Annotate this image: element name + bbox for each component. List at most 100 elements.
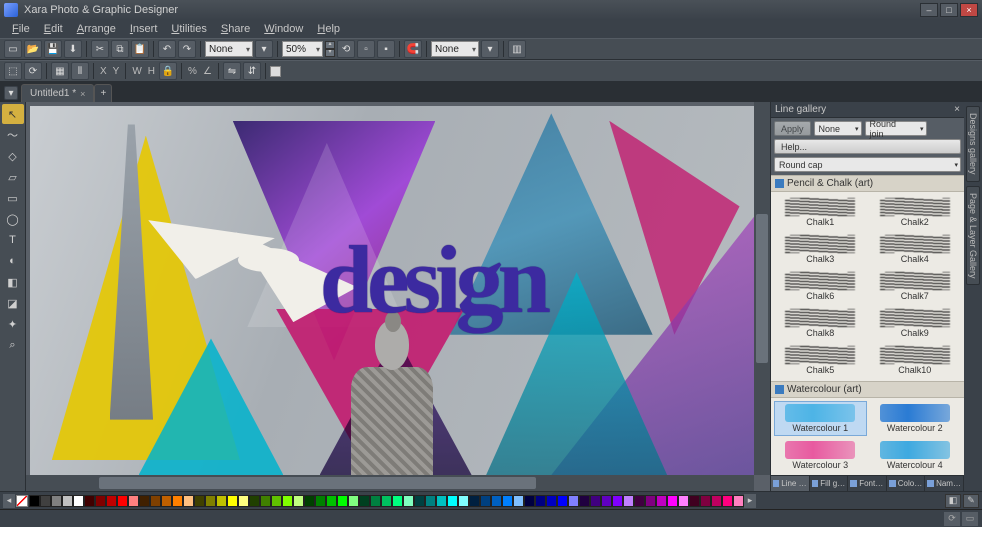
color-swatch[interactable] bbox=[535, 495, 546, 507]
brush-watercolour-3[interactable]: Watercolour 3 bbox=[774, 438, 867, 473]
color-picker-button[interactable]: ✎ bbox=[963, 494, 979, 508]
zoom-down-button[interactable]: ▾ bbox=[325, 49, 335, 57]
color-swatch[interactable] bbox=[359, 495, 370, 507]
doc-menu-button[interactable]: ▾ bbox=[4, 86, 18, 100]
brush-list[interactable]: Pencil & Chalk (art) Chalk1Chalk2Chalk3C… bbox=[771, 175, 964, 475]
swatch-scroll-right[interactable]: ▸ bbox=[744, 494, 756, 508]
window-minimize-button[interactable]: – bbox=[920, 3, 938, 17]
profile-combo[interactable]: Round cap bbox=[774, 157, 961, 172]
color-swatch[interactable] bbox=[590, 495, 601, 507]
panel-tab-1[interactable]: Fill g… bbox=[810, 476, 849, 491]
color-swatch[interactable] bbox=[62, 495, 73, 507]
panel-tab-3[interactable]: Colo… bbox=[887, 476, 926, 491]
color-swatch[interactable] bbox=[337, 495, 348, 507]
flip-h-button[interactable]: ⇋ bbox=[223, 62, 241, 80]
open-button[interactable]: 📂 bbox=[24, 40, 42, 58]
color-swatch[interactable] bbox=[656, 495, 667, 507]
color-swatch[interactable] bbox=[150, 495, 161, 507]
color-swatch[interactable] bbox=[524, 495, 535, 507]
color-swatch[interactable] bbox=[282, 495, 293, 507]
scrollbar-vertical[interactable] bbox=[754, 102, 770, 475]
selector-tool[interactable]: ↖ bbox=[2, 104, 24, 124]
brush-chalk9[interactable]: Chalk9 bbox=[869, 306, 962, 341]
shape-tool[interactable]: ◇ bbox=[2, 146, 24, 166]
photo-tool[interactable]: ✦ bbox=[2, 314, 24, 334]
menu-insert[interactable]: Insert bbox=[124, 22, 164, 36]
scrollbar-horizontal[interactable] bbox=[26, 475, 754, 491]
menu-edit[interactable]: Edit bbox=[38, 22, 69, 36]
category-pencil-chalk[interactable]: Pencil & Chalk (art) bbox=[771, 175, 964, 192]
color-swatch[interactable] bbox=[128, 495, 139, 507]
cap-combo[interactable]: None bbox=[814, 121, 862, 136]
snap-button[interactable]: 🧲 bbox=[404, 40, 422, 58]
save-button[interactable]: 💾 bbox=[44, 40, 62, 58]
side-tab-designs-gallery[interactable]: Designs gallery bbox=[966, 106, 980, 182]
color-swatch[interactable] bbox=[612, 495, 623, 507]
brush-watercolour-4[interactable]: Watercolour 4 bbox=[869, 438, 962, 473]
new-doc-button[interactable]: ▭ bbox=[4, 40, 22, 58]
color-swatch[interactable] bbox=[403, 495, 414, 507]
color-swatch[interactable] bbox=[139, 495, 150, 507]
color-swatch[interactable] bbox=[733, 495, 744, 507]
zoom-up-button[interactable]: ▴ bbox=[325, 41, 335, 49]
color-editor-button[interactable]: ◧ bbox=[945, 494, 961, 508]
color-swatch[interactable] bbox=[392, 495, 403, 507]
color-swatch[interactable] bbox=[722, 495, 733, 507]
quality-down-button[interactable]: ▾ bbox=[481, 40, 499, 58]
color-swatch[interactable] bbox=[700, 495, 711, 507]
color-swatch[interactable] bbox=[370, 495, 381, 507]
swatch-scroll-left[interactable]: ◂ bbox=[3, 494, 15, 508]
brush-chalk1[interactable]: Chalk1 bbox=[774, 195, 867, 230]
brush-chalk4[interactable]: Chalk4 bbox=[869, 232, 962, 267]
color-swatch[interactable] bbox=[546, 495, 557, 507]
no-color-swatch[interactable] bbox=[16, 495, 28, 507]
canvas[interactable]: design bbox=[30, 106, 754, 475]
color-swatch[interactable] bbox=[117, 495, 128, 507]
color-swatch[interactable] bbox=[227, 495, 238, 507]
category-watercolour[interactable]: Watercolour (art) bbox=[771, 381, 964, 398]
color-swatch[interactable] bbox=[326, 495, 337, 507]
color-swatch[interactable] bbox=[645, 495, 656, 507]
rectangle-tool[interactable]: ▭ bbox=[2, 188, 24, 208]
cut-button[interactable]: ✂ bbox=[91, 40, 109, 58]
snap-indicator-icon[interactable]: ▭ bbox=[962, 512, 978, 526]
fill-tool[interactable]: ◐ bbox=[2, 251, 24, 271]
brush-chalk5[interactable]: Chalk5 bbox=[774, 343, 867, 378]
brush-chalk2[interactable]: Chalk2 bbox=[869, 195, 962, 230]
color-swatch[interactable] bbox=[84, 495, 95, 507]
apply-button[interactable]: Apply bbox=[774, 121, 811, 136]
brush-chalk3[interactable]: Chalk3 bbox=[774, 232, 867, 267]
color-swatch[interactable] bbox=[579, 495, 590, 507]
transparency-tool[interactable]: ◧ bbox=[2, 272, 24, 292]
color-swatch[interactable] bbox=[491, 495, 502, 507]
color-swatch[interactable] bbox=[678, 495, 689, 507]
quality-combo[interactable]: None bbox=[431, 41, 479, 57]
lock-aspect-button[interactable]: 🔒 bbox=[159, 62, 177, 80]
redo-button[interactable]: ↷ bbox=[178, 40, 196, 58]
panel-close-icon[interactable]: × bbox=[954, 104, 960, 115]
color-swatch[interactable] bbox=[623, 495, 634, 507]
color-swatch[interactable] bbox=[40, 495, 51, 507]
color-swatch[interactable] bbox=[414, 495, 425, 507]
color-swatch[interactable] bbox=[381, 495, 392, 507]
color-swatch[interactable] bbox=[634, 495, 645, 507]
window-maximize-button[interactable]: □ bbox=[940, 3, 958, 17]
color-swatch[interactable] bbox=[183, 495, 194, 507]
shadow-tool[interactable]: ◪ bbox=[2, 293, 24, 313]
panel-tab-2[interactable]: Font… bbox=[848, 476, 887, 491]
select-mode-button[interactable]: ⬚ bbox=[4, 62, 22, 80]
color-swatch[interactable] bbox=[194, 495, 205, 507]
panel-tab-4[interactable]: Nam… bbox=[925, 476, 964, 491]
brush-chalk10[interactable]: Chalk10 bbox=[869, 343, 962, 378]
color-swatch[interactable] bbox=[29, 495, 40, 507]
line-style-combo[interactable]: None bbox=[205, 41, 253, 57]
color-swatch[interactable] bbox=[304, 495, 315, 507]
color-swatch[interactable] bbox=[271, 495, 282, 507]
close-tab-icon[interactable]: × bbox=[80, 89, 85, 99]
paste-button[interactable]: 📋 bbox=[131, 40, 149, 58]
gallery-button[interactable]: ▥ bbox=[508, 40, 526, 58]
color-swatch[interactable] bbox=[513, 495, 524, 507]
color-swatch[interactable] bbox=[557, 495, 568, 507]
zoom-tool[interactable]: ⌕ bbox=[2, 335, 24, 355]
ellipse-tool[interactable]: ◯ bbox=[2, 209, 24, 229]
